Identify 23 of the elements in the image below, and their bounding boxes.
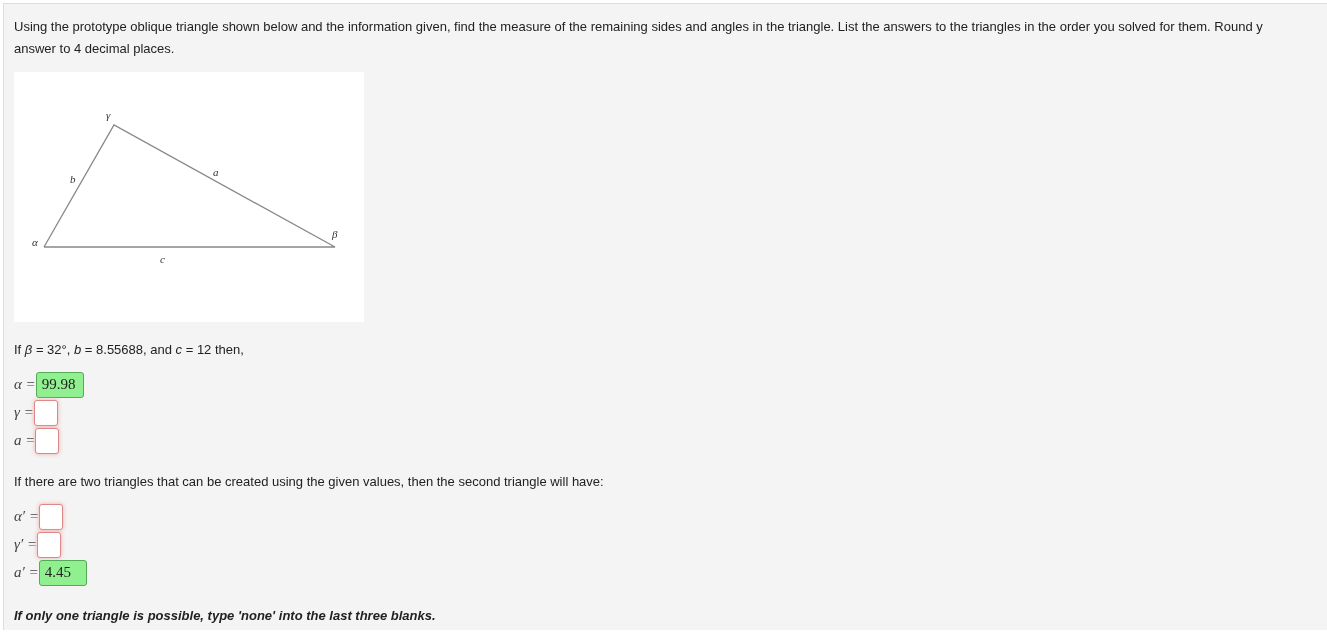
vertex-label: α xyxy=(32,236,38,248)
answer-field[interactable] xyxy=(37,531,62,558)
variable-label: γ′ = xyxy=(14,536,38,553)
second-triangle-text: If there are two triangles that can be created using the given values, then the second triangle will have: xyxy=(14,474,605,489)
side-label: c xyxy=(160,253,165,265)
variable-label: a′ = xyxy=(14,564,39,581)
answer-field[interactable] xyxy=(39,503,64,530)
variable-label: α′ = xyxy=(14,508,40,525)
side-label: a xyxy=(213,166,219,178)
side-label: b xyxy=(70,173,76,185)
note-text: If only one triangle is possible, type 'none' into the last three blanks. xyxy=(14,608,437,623)
answer-field[interactable] xyxy=(35,427,60,454)
instructions-text: Using the prototype oblique triangle shown below and the information given, find the measure of the remaining sides and angles in the triangle. List the answers to the triangles in the order you solved for them. Round y xyxy=(14,18,1264,36)
answer-field[interactable] xyxy=(33,399,58,426)
variable-label: γ = xyxy=(14,404,34,421)
given-values-text: If β = 32°, b = 8.55688, and c = 12 then, xyxy=(14,342,245,357)
variable-label: a = xyxy=(14,432,36,449)
vertex-label: β xyxy=(332,228,338,240)
answer-field[interactable]: 4.45 xyxy=(38,559,87,586)
vertex-label: γ xyxy=(106,109,111,121)
answer-field[interactable]: 99.98 xyxy=(35,371,84,398)
variable-label: α = xyxy=(14,376,36,393)
instructions-text: answer to 4 decimal places. xyxy=(14,40,176,58)
